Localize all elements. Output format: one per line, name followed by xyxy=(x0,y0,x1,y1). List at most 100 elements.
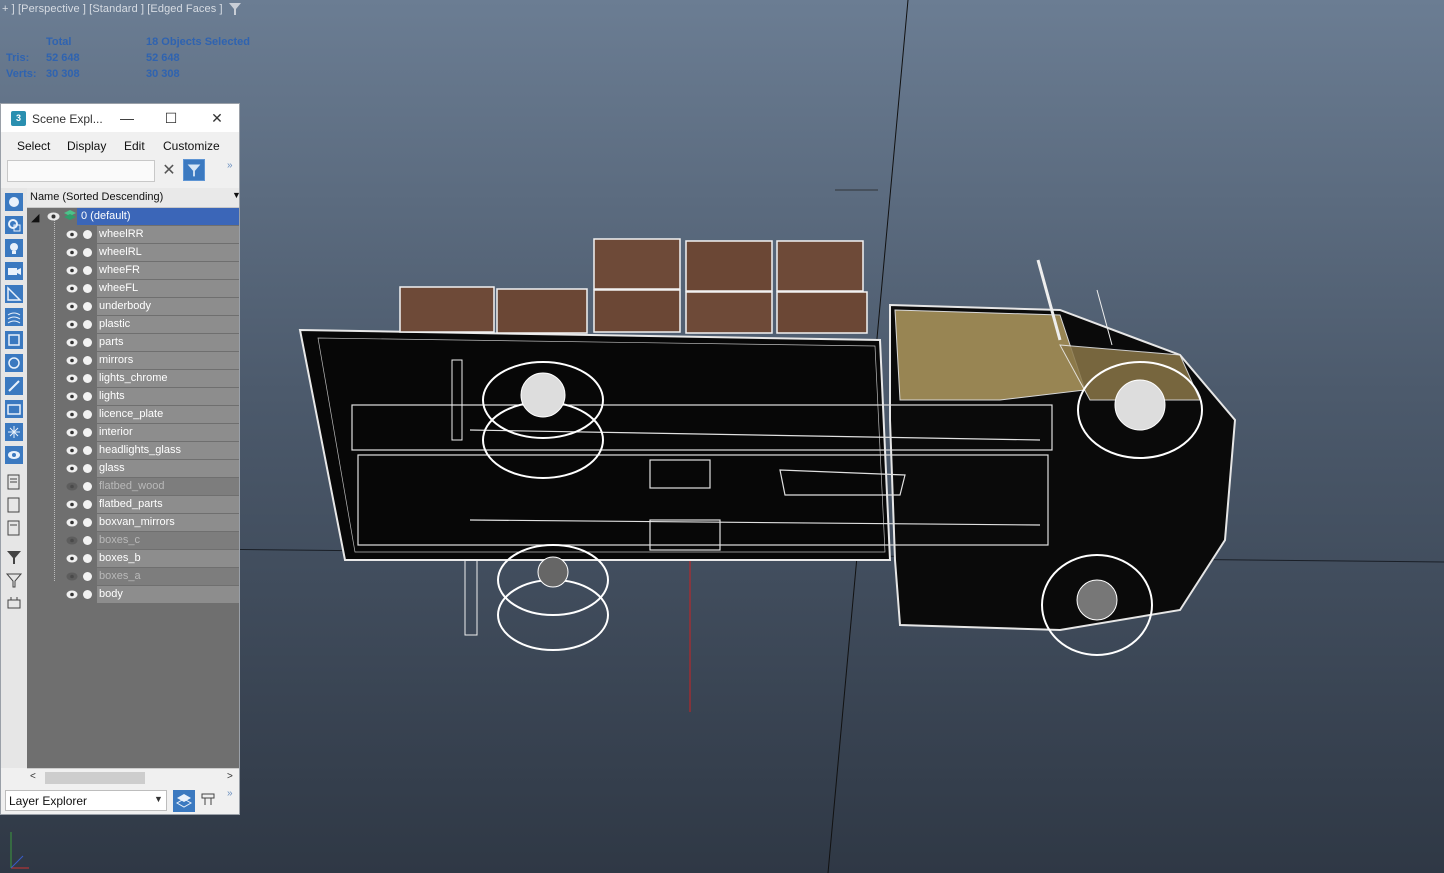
bones-filter-icon[interactable] xyxy=(5,377,23,395)
eye-icon[interactable] xyxy=(66,302,78,311)
filter-toggle-icon[interactable] xyxy=(183,159,205,181)
eye-icon[interactable] xyxy=(66,482,78,491)
tree-item[interactable]: wheelRR xyxy=(27,226,239,244)
viewport-label[interactable]: + ] [Perspective ] [Standard ] [Edged Fa… xyxy=(2,3,223,15)
lights-filter-icon[interactable] xyxy=(5,239,23,257)
more-options-icon[interactable]: » xyxy=(227,788,233,799)
renderable-dot-icon[interactable] xyxy=(83,590,92,599)
eye-icon[interactable] xyxy=(66,374,78,383)
search-input[interactable] xyxy=(7,160,155,182)
titlebar[interactable]: 3 Scene Expl... — ☐ ✕ xyxy=(1,104,239,132)
scroll-right-icon[interactable]: > xyxy=(227,771,233,782)
display-none-icon[interactable] xyxy=(5,496,23,514)
horizontal-scrollbar[interactable]: < > xyxy=(27,768,239,787)
groups-filter-icon[interactable] xyxy=(5,331,23,349)
cameras-filter-icon[interactable] xyxy=(5,262,23,280)
tree-item[interactable]: interior xyxy=(27,424,239,442)
tree-item[interactable]: flatbed_parts xyxy=(27,496,239,514)
tree-item[interactable]: flatbed_wood xyxy=(27,478,239,496)
scroll-thumb[interactable] xyxy=(45,772,145,784)
tree-item[interactable]: body xyxy=(27,586,239,604)
renderable-dot-icon[interactable] xyxy=(83,266,92,275)
tree-item[interactable]: boxvan_mirrors xyxy=(27,514,239,532)
filter-outline-icon[interactable] xyxy=(5,571,23,589)
renderable-dot-icon[interactable] xyxy=(83,248,92,257)
tree-item[interactable]: mirrors xyxy=(27,352,239,370)
tree-item[interactable]: boxes_a xyxy=(27,568,239,586)
tree-item[interactable]: licence_plate xyxy=(27,406,239,424)
renderable-dot-icon[interactable] xyxy=(83,572,92,581)
eye-icon[interactable] xyxy=(66,518,78,527)
space-warps-filter-icon[interactable] xyxy=(5,308,23,326)
tree-item[interactable]: boxes_c xyxy=(27,532,239,550)
tree-item[interactable]: parts xyxy=(27,334,239,352)
layer-row-default[interactable]: ◢ 0 (default) xyxy=(27,208,239,226)
eye-icon[interactable] xyxy=(66,428,78,437)
tree-item[interactable]: lights xyxy=(27,388,239,406)
hidden-filter-icon[interactable] xyxy=(5,446,23,464)
containers-filter-icon[interactable] xyxy=(5,400,23,418)
tree-item[interactable]: headlights_glass xyxy=(27,442,239,460)
more-tools-icon[interactable]: » xyxy=(227,160,233,171)
dropdown-arrow-icon[interactable]: ▼ xyxy=(154,794,163,804)
tree-item[interactable]: wheelRL xyxy=(27,244,239,262)
renderable-dot-icon[interactable] xyxy=(83,374,92,383)
tree-item[interactable]: plastic xyxy=(27,316,239,334)
scene-explorer-window[interactable]: 3 Scene Expl... — ☐ ✕ Select Display Edi… xyxy=(0,103,241,815)
eye-icon[interactable] xyxy=(66,446,78,455)
scroll-left-icon[interactable]: < xyxy=(30,771,36,782)
menu-customize[interactable]: Customize xyxy=(163,139,220,153)
eye-icon[interactable] xyxy=(66,590,78,599)
eye-icon[interactable] xyxy=(66,536,78,545)
renderable-dot-icon[interactable] xyxy=(83,302,92,311)
tree-item[interactable]: wheeFR xyxy=(27,262,239,280)
eye-icon[interactable] xyxy=(66,320,78,329)
display-all-icon[interactable] xyxy=(5,473,23,491)
renderable-dot-icon[interactable] xyxy=(83,536,92,545)
minimize-button[interactable]: — xyxy=(113,108,141,128)
column-header-name[interactable]: Name (Sorted Descending) ▼ xyxy=(27,188,241,208)
eye-icon[interactable] xyxy=(66,392,78,401)
explorer-type-dropdown[interactable]: Layer Explorer ▼ xyxy=(5,790,167,811)
tree-item[interactable]: wheeFL xyxy=(27,280,239,298)
renderable-dot-icon[interactable] xyxy=(83,356,92,365)
renderable-dot-icon[interactable] xyxy=(83,500,92,509)
xrefs-filter-icon[interactable] xyxy=(5,354,23,372)
renderable-dot-icon[interactable] xyxy=(83,338,92,347)
eye-icon[interactable] xyxy=(66,464,78,473)
menu-display[interactable]: Display xyxy=(67,139,106,153)
renderable-dot-icon[interactable] xyxy=(83,554,92,563)
helpers-filter-icon[interactable] xyxy=(5,285,23,303)
collapse-triangle-icon[interactable]: ◢ xyxy=(31,211,39,224)
renderable-dot-icon[interactable] xyxy=(83,446,92,455)
selection-set-icon[interactable] xyxy=(5,594,23,612)
sort-arrow-icon[interactable]: ▼ xyxy=(232,190,241,200)
eye-icon[interactable] xyxy=(66,338,78,347)
eye-icon[interactable] xyxy=(66,356,78,365)
close-button[interactable]: ✕ xyxy=(203,108,231,128)
invert-display-icon[interactable] xyxy=(5,519,23,537)
tree-item[interactable]: boxes_b xyxy=(27,550,239,568)
eye-icon[interactable] xyxy=(47,212,60,221)
tree-item[interactable]: glass xyxy=(27,460,239,478)
filter-icon[interactable] xyxy=(228,2,242,16)
maximize-button[interactable]: ☐ xyxy=(157,108,185,128)
renderable-dot-icon[interactable] xyxy=(83,464,92,473)
sort-by-layer-icon[interactable] xyxy=(173,790,195,812)
renderable-dot-icon[interactable] xyxy=(83,482,92,491)
renderable-dot-icon[interactable] xyxy=(83,230,92,239)
filter-funnel-icon[interactable] xyxy=(5,548,23,566)
renderable-dot-icon[interactable] xyxy=(83,320,92,329)
eye-icon[interactable] xyxy=(66,554,78,563)
eye-icon[interactable] xyxy=(66,410,78,419)
shapes-filter-icon[interactable] xyxy=(5,216,23,234)
menu-select[interactable]: Select xyxy=(17,139,50,153)
sort-by-hierarchy-icon[interactable] xyxy=(199,791,217,809)
eye-icon[interactable] xyxy=(66,230,78,239)
renderable-dot-icon[interactable] xyxy=(83,428,92,437)
renderable-dot-icon[interactable] xyxy=(83,410,92,419)
eye-icon[interactable] xyxy=(66,284,78,293)
eye-icon[interactable] xyxy=(66,266,78,275)
tree-item[interactable]: underbody xyxy=(27,298,239,316)
renderable-dot-icon[interactable] xyxy=(83,518,92,527)
